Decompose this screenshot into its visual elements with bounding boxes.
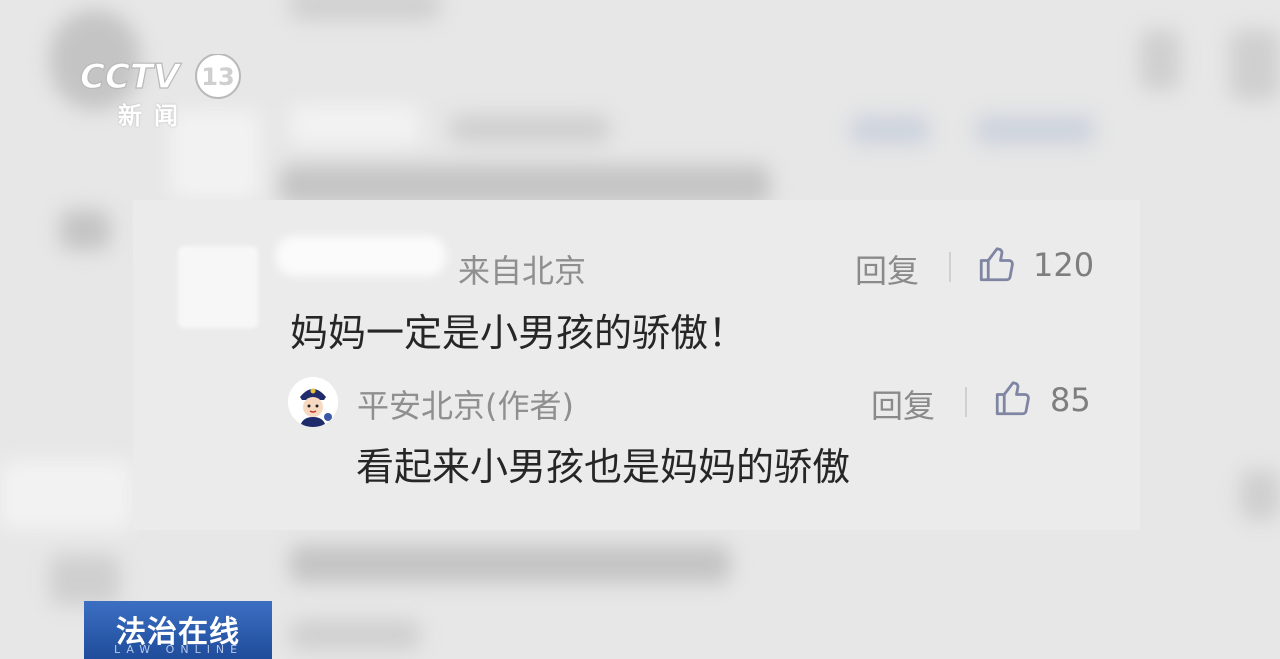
thumbs-up-icon[interactable] <box>976 243 1018 285</box>
program-logo: 法治在线 LAW ONLINE <box>84 601 272 659</box>
channel-news-label: 新闻 <box>118 102 190 130</box>
reply-button[interactable]: 回复 <box>871 381 935 427</box>
author-avatar <box>288 377 338 427</box>
like-count: 85 <box>1050 381 1091 419</box>
reply-text: 看起来小男孩也是妈妈的骄傲 <box>356 445 851 489</box>
divider <box>949 252 951 282</box>
like-count: 120 <box>1033 246 1095 284</box>
thumbs-up-icon[interactable] <box>992 377 1034 419</box>
police-mascot-icon <box>288 377 338 427</box>
channel-number: 13 <box>201 63 234 91</box>
comment-location: 来自北京 <box>458 252 587 290</box>
divider <box>965 387 967 417</box>
program-subtitle: LAW ONLINE <box>114 643 244 656</box>
commenter-name-blurred <box>276 236 446 276</box>
reply-author-name: 平安北京(作者) <box>357 387 574 425</box>
cctv-logo-text: CCTV <box>80 57 182 97</box>
reply-button[interactable]: 回复 <box>855 246 919 292</box>
comment-text: 妈妈一定是小男孩的骄傲！ <box>290 311 747 355</box>
commenter-avatar <box>178 246 258 328</box>
